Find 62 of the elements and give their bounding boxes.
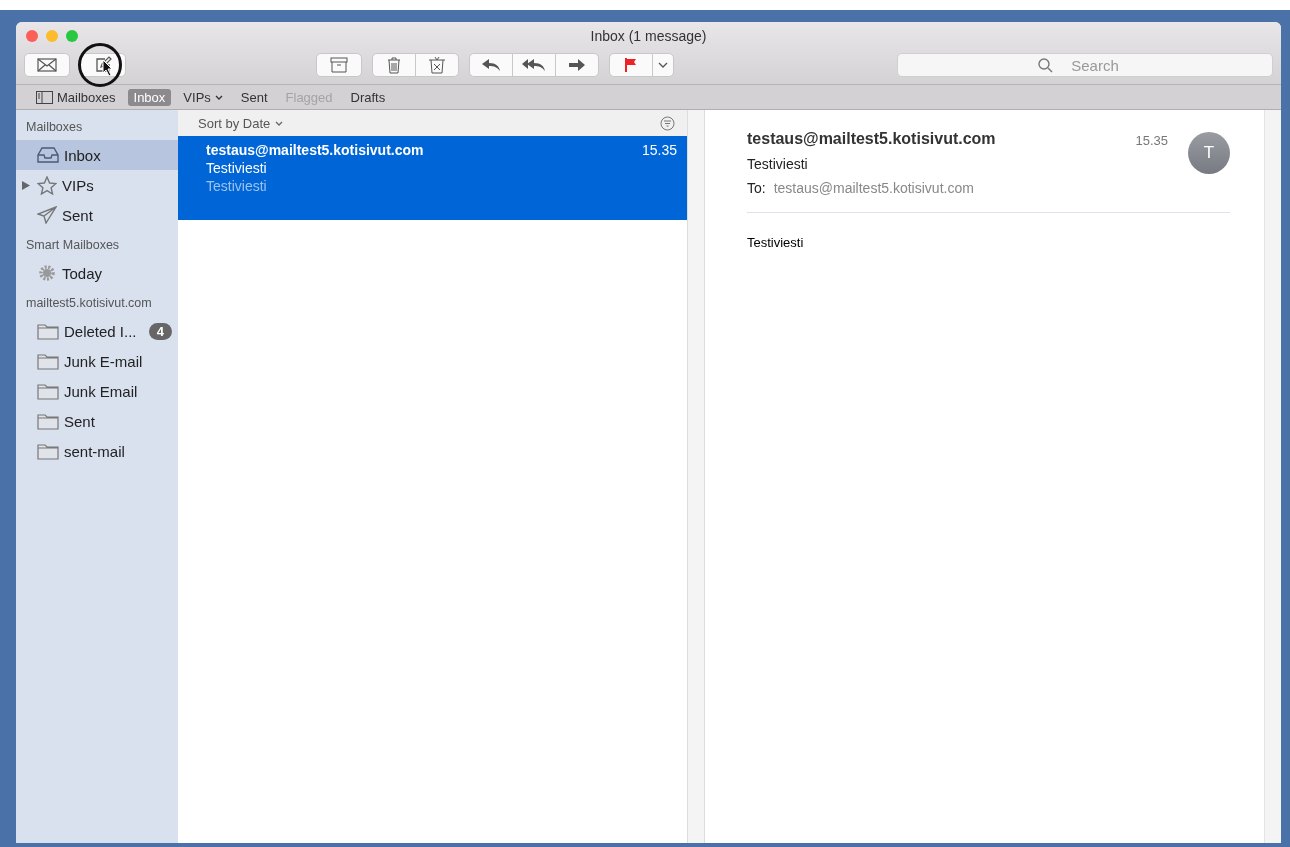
inbox-icon	[37, 147, 59, 163]
gear-icon	[37, 263, 57, 283]
folder-icon	[37, 322, 59, 340]
favorites-item[interactable]: Mailboxes	[30, 88, 122, 106]
scroll-track[interactable]	[1264, 110, 1281, 843]
chevron-icon[interactable]	[652, 53, 674, 77]
get-mail-button[interactable]	[24, 53, 70, 77]
window-title: Inbox (1 message)	[590, 28, 707, 44]
trash-icon[interactable]	[372, 53, 416, 77]
star-icon	[37, 175, 57, 195]
message-time: 15.35	[1135, 133, 1168, 148]
folder-icon	[37, 412, 59, 430]
section-heading: Mailboxes	[25, 120, 84, 134]
forward-icon[interactable]	[555, 53, 599, 77]
message-subject: Testiviesti	[206, 160, 268, 176]
junk-icon[interactable]	[415, 53, 459, 77]
mailbox-item[interactable]: Sent	[16, 200, 178, 230]
envelope-icon	[37, 58, 57, 72]
disclosure-triangle-icon[interactable]	[22, 180, 30, 190]
chevron-icon	[275, 120, 284, 126]
chevron-icon	[214, 94, 223, 100]
search-icon	[1038, 58, 1053, 73]
mailbox-item[interactable]: Junk Email	[16, 376, 178, 406]
mailbox-item[interactable]: Sent	[16, 406, 178, 436]
favorites-item[interactable]: Sent	[234, 88, 274, 106]
favorites-item[interactable]: VIPs	[177, 88, 229, 106]
compose-icon	[94, 56, 112, 74]
section-heading: mailtest5.kotisivut.com	[25, 296, 153, 310]
folder-icon	[37, 352, 59, 370]
mailbox-item[interactable]: Deleted I... 4	[16, 316, 178, 346]
favorites-item[interactable]: Drafts	[344, 88, 392, 106]
close-button[interactable]	[26, 30, 38, 42]
folder-icon	[37, 442, 59, 460]
mailbox-item[interactable]: Junk E-mail	[16, 346, 178, 376]
mailbox-item[interactable]: sent-mail	[16, 436, 178, 466]
sidebar-icon	[36, 90, 53, 104]
filter-icon[interactable]	[660, 115, 675, 131]
archive-box-icon	[330, 57, 348, 73]
search-field[interactable]: Search	[897, 53, 1273, 77]
message-row[interactable]: testaus@mailtest5.kotisivut.com 15.35 Testiviesti Testiviesti	[178, 136, 687, 220]
archive-button[interactable]	[316, 53, 362, 77]
flag-icon[interactable]	[609, 53, 653, 77]
cursor-icon	[102, 59, 113, 76]
sender-name: testaus@mailtest5.kotisivut.com	[747, 130, 996, 148]
recipient-address: testaus@mailtest5.kotisivut.com	[773, 180, 974, 196]
to-label: To:	[747, 180, 766, 196]
paper-plane-icon	[37, 206, 57, 224]
section-heading: Smart Mailboxes	[25, 238, 121, 252]
avatar: T	[1188, 132, 1230, 174]
sender-name: testaus@mailtest5.kotisivut.com	[206, 142, 424, 158]
message-body: Testiviesti	[747, 235, 805, 250]
unread-count: 4	[148, 322, 172, 340]
message-time: 15.35	[641, 142, 677, 158]
mailbox-item[interactable]: VIPs	[16, 170, 178, 200]
message-subject: Testiviesti	[747, 156, 809, 172]
message-preview: Testiviesti	[206, 178, 268, 194]
reply-all-icon[interactable]	[512, 53, 556, 77]
mailbox-item[interactable]: Inbox	[16, 140, 178, 170]
folder-icon	[37, 382, 59, 400]
mailbox-item[interactable]: Today	[16, 258, 178, 288]
sort-menu[interactable]: Sort by Date	[198, 115, 284, 131]
reply-icon[interactable]	[469, 53, 513, 77]
